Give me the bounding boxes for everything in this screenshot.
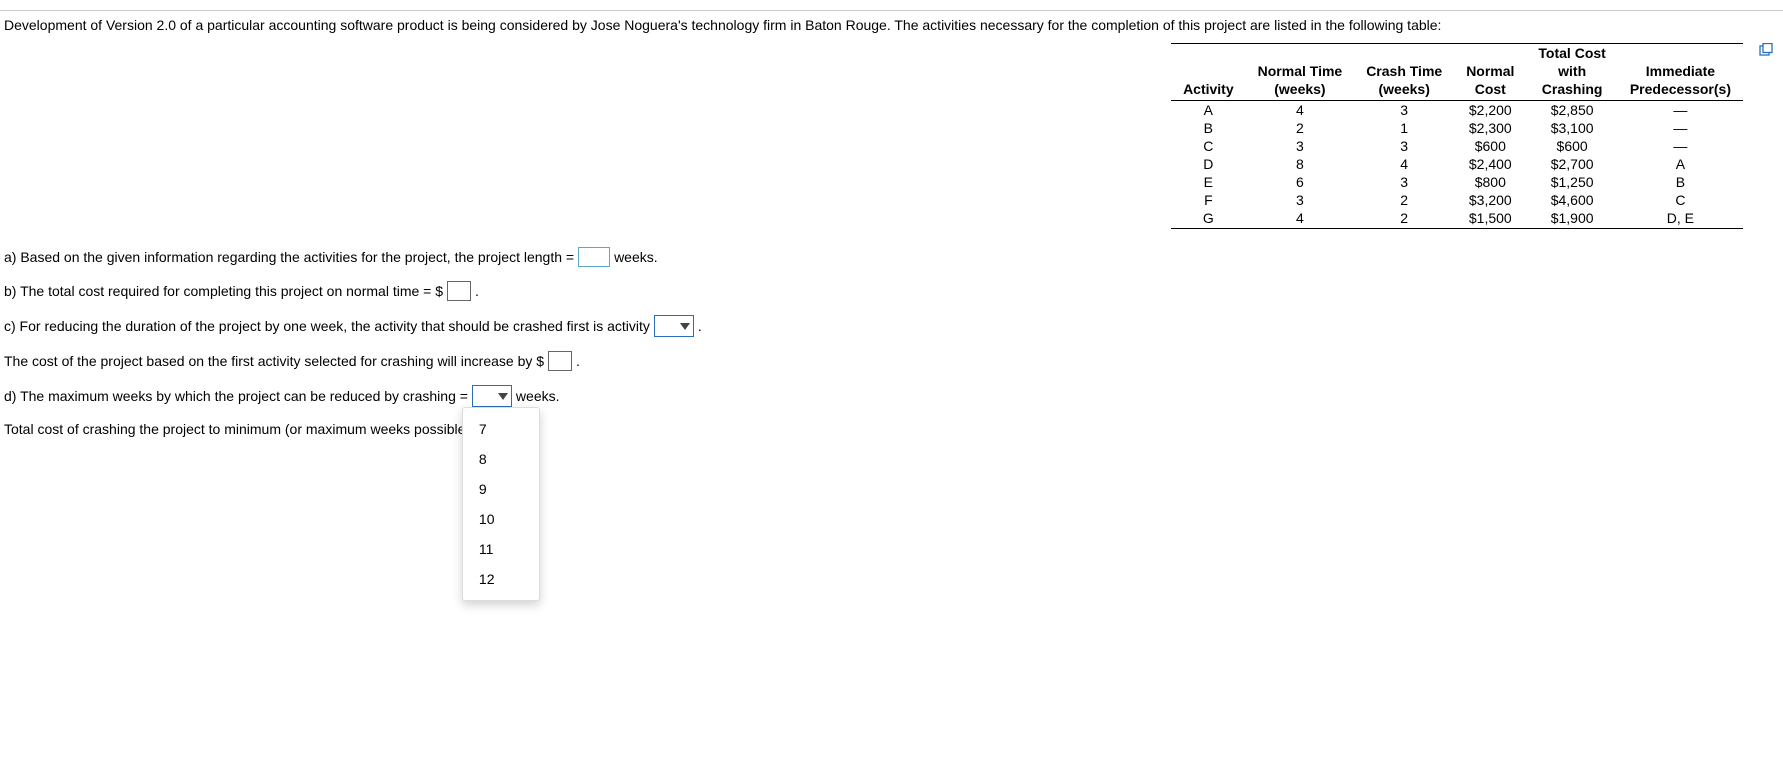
col-normal-cost-l2: Cost bbox=[1454, 80, 1526, 101]
col-total-cost-l1: Total Cost bbox=[1526, 44, 1617, 63]
table-row: E63$800$1,250B bbox=[1171, 173, 1743, 191]
table-row: A43$2,200$2,850— bbox=[1171, 101, 1743, 120]
chevron-down-icon bbox=[498, 393, 508, 400]
question-b-pre: b) The total cost required for completin… bbox=[4, 283, 443, 299]
question-d-post: weeks. bbox=[516, 388, 560, 404]
answer-d-select[interactable] bbox=[472, 385, 512, 407]
col-pred-l1: Immediate bbox=[1618, 62, 1743, 80]
dropdown-option[interactable]: 8 bbox=[463, 444, 539, 474]
question-c-pre: c) For reducing the duration of the proj… bbox=[4, 318, 650, 334]
col-crash-time-l1: Crash Time bbox=[1354, 62, 1454, 80]
question-e-pre: Total cost of crashing the project to mi… bbox=[4, 421, 470, 437]
question-c2-post: . bbox=[576, 353, 580, 369]
dropdown-option[interactable]: 9 bbox=[463, 474, 539, 504]
table-row: G42$1,500$1,900D, E bbox=[1171, 209, 1743, 229]
answer-c2-input[interactable] bbox=[548, 351, 572, 371]
col-activity: Activity bbox=[1171, 80, 1246, 101]
problem-statement: Development of Version 2.0 of a particul… bbox=[4, 17, 1441, 33]
dropdown-option[interactable]: 7 bbox=[463, 414, 539, 444]
col-normal-cost-l1: Normal bbox=[1454, 62, 1526, 80]
col-crash-time-l2: (weeks) bbox=[1354, 80, 1454, 101]
answer-d-dropdown: 789101112 bbox=[462, 407, 540, 601]
question-d-pre: d) The maximum weeks by which the projec… bbox=[4, 388, 468, 404]
table-row: B21$2,300$3,100— bbox=[1171, 119, 1743, 137]
col-normal-time-l2: (weeks) bbox=[1246, 80, 1355, 101]
table-row: F32$3,200$4,600C bbox=[1171, 191, 1743, 209]
answer-a-input[interactable] bbox=[578, 247, 610, 267]
question-c2-pre: The cost of the project based on the fir… bbox=[4, 353, 544, 369]
answer-c-select[interactable] bbox=[654, 315, 694, 337]
col-total-cost-l3: Crashing bbox=[1526, 80, 1617, 101]
question-b-post: . bbox=[475, 283, 479, 299]
question-a-post: weeks. bbox=[614, 249, 658, 265]
table-row: C33$600$600— bbox=[1171, 137, 1743, 155]
col-pred-l2: Predecessor(s) bbox=[1618, 80, 1743, 101]
question-c-post: . bbox=[698, 318, 702, 334]
chevron-down-icon bbox=[680, 323, 690, 330]
table-row: D84$2,400$2,700A bbox=[1171, 155, 1743, 173]
col-total-cost-l2: with bbox=[1526, 62, 1617, 80]
dropdown-option[interactable]: 11 bbox=[463, 534, 539, 564]
dropdown-option[interactable]: 10 bbox=[463, 504, 539, 534]
activities-table: Total Cost Normal Time Crash Time Normal… bbox=[1171, 43, 1743, 229]
col-normal-time-l1: Normal Time bbox=[1246, 62, 1355, 80]
popup-icon[interactable] bbox=[1759, 43, 1773, 57]
answer-b-input[interactable] bbox=[447, 281, 471, 301]
dropdown-option[interactable]: 12 bbox=[463, 564, 539, 594]
question-a-pre: a) Based on the given information regard… bbox=[4, 249, 574, 265]
